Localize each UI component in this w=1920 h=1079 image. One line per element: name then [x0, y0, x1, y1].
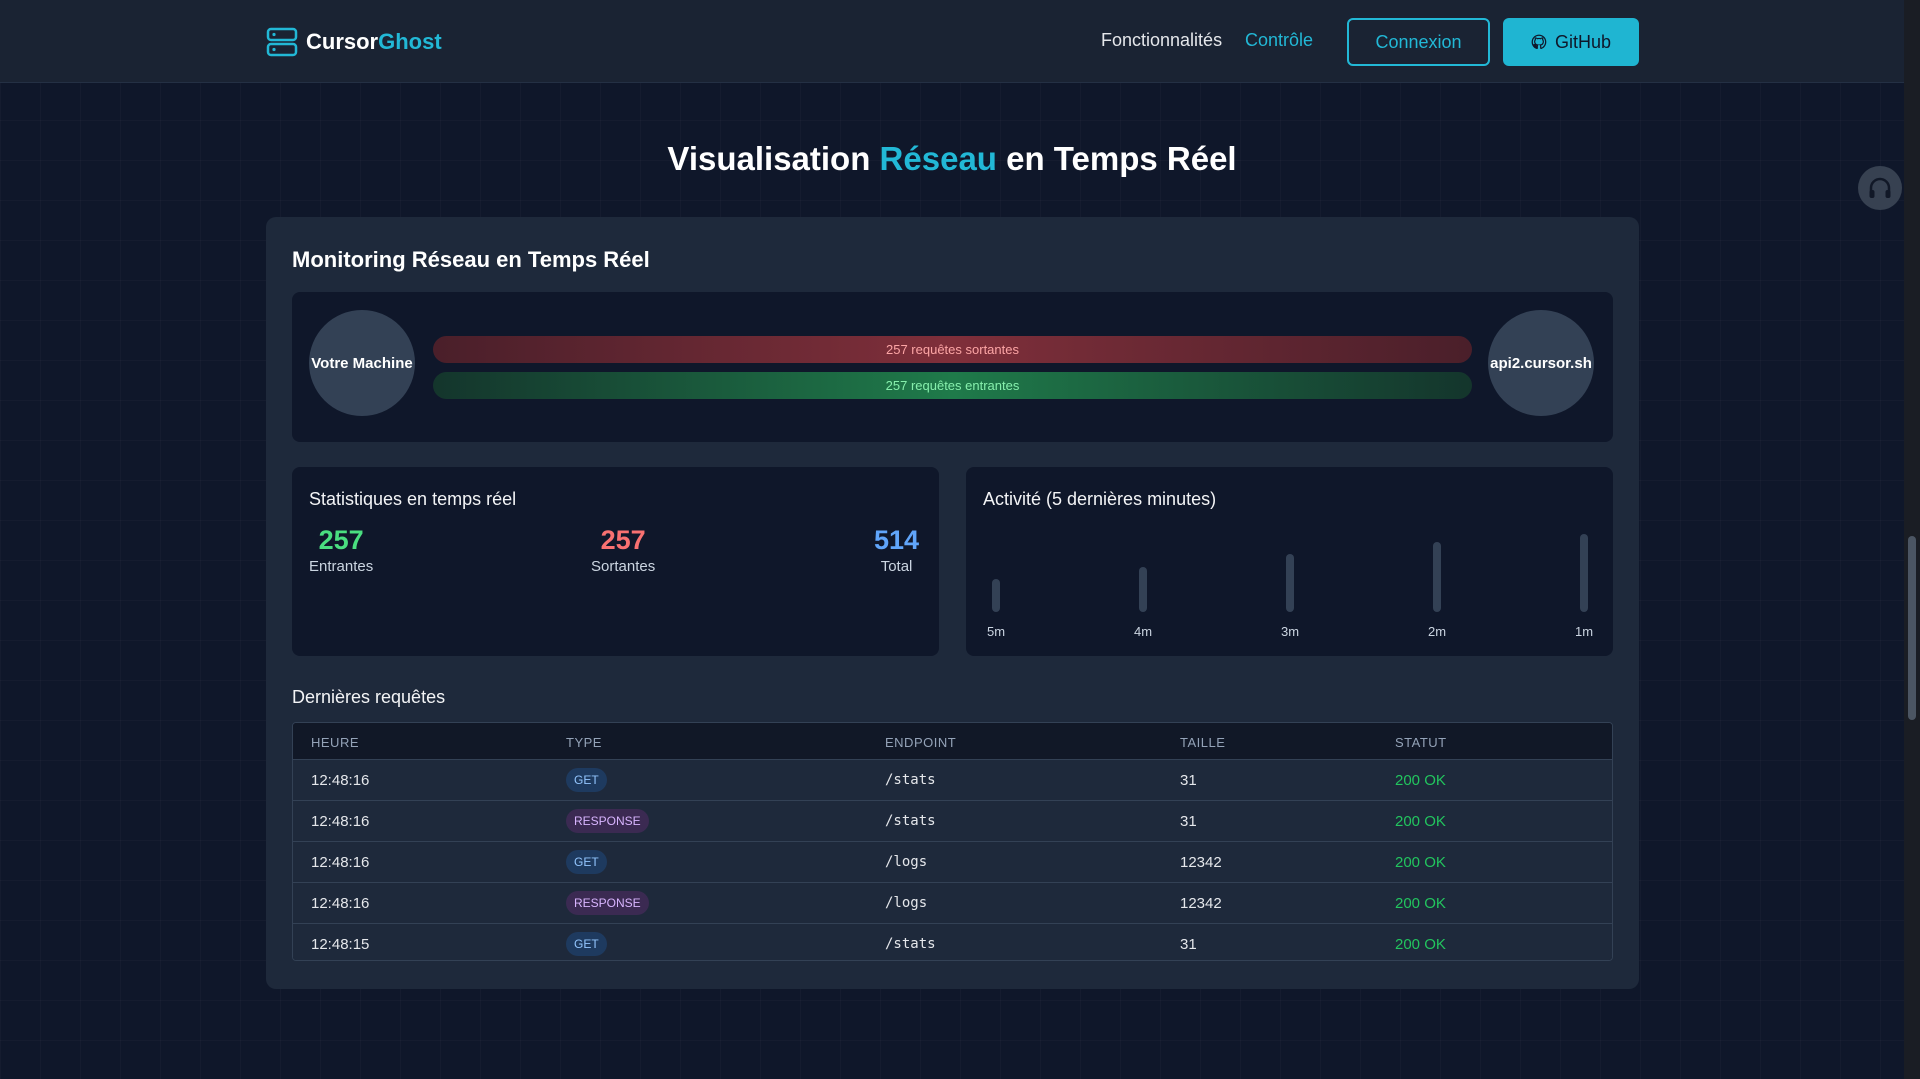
- cell-endpoint: /logs: [885, 854, 928, 870]
- activity-bar: [992, 579, 1000, 612]
- type-badge: RESPONSE: [566, 891, 649, 915]
- login-button[interactable]: Connexion: [1347, 18, 1490, 66]
- activity-label: 5m: [986, 624, 1006, 639]
- header-endpoint: ENDPOINT: [885, 735, 957, 750]
- server-icon: [266, 27, 298, 57]
- activity-bar: [1580, 534, 1588, 612]
- cell-size: 31: [1180, 772, 1197, 789]
- cell-size: 12342: [1180, 895, 1222, 912]
- nav-link-control[interactable]: Contrôle: [1245, 30, 1313, 51]
- stat-total-value: 514: [874, 525, 920, 555]
- header-type: TYPE: [566, 735, 602, 750]
- activity-title: Activité (5 dernières minutes): [983, 489, 1217, 509]
- header-status: STATUT: [1395, 735, 1447, 750]
- monitoring-card: Monitoring Réseau en Temps Réel Votre Ma…: [266, 217, 1639, 989]
- table-row: 12:48:15 GET/stats 31 200 OK: [293, 923, 1612, 960]
- requests-table: HEURE TYPE ENDPOINT TAILLE STATUT 12:48:…: [292, 722, 1613, 961]
- cell-status: 200 OK: [1395, 895, 1446, 912]
- cell-status: 200 OK: [1395, 854, 1446, 871]
- table-row: 12:48:16 RESPONSE/stats 31 200 OK: [293, 800, 1612, 841]
- table-row: 12:48:16 RESPONSE/logs 12342 200 OK: [293, 882, 1612, 923]
- stats-panel: Statistiques en temps réel 257 Entrantes…: [292, 467, 939, 656]
- stat-incoming-label: Entrantes: [309, 558, 374, 575]
- cell-status: 200 OK: [1395, 772, 1446, 789]
- github-button-label: GitHub: [1554, 31, 1612, 52]
- stat-outgoing-value: 257: [600, 525, 646, 555]
- nav-link-features[interactable]: Fonctionnalités: [1101, 30, 1222, 51]
- cell-endpoint: /logs: [885, 895, 928, 911]
- header-time: HEURE: [311, 735, 360, 750]
- stat-total-label: Total: [880, 558, 913, 575]
- stats-title: Statistiques en temps réel: [309, 489, 517, 509]
- page-scrollbar[interactable]: [1904, 0, 1920, 1079]
- cell-time: 12:48:16: [311, 813, 370, 830]
- type-badge: GET: [566, 932, 607, 956]
- card-title: Monitoring Réseau en Temps Réel: [292, 247, 650, 272]
- cell-time: 12:48:16: [311, 895, 370, 912]
- brand-name: CursorGhost: [306, 29, 442, 54]
- stat-incoming: 257 Entrantes: [309, 525, 373, 575]
- table-row: 12:48:16 GET/logs 12342 200 OK: [293, 841, 1612, 882]
- navbar: CursorGhost Fonctionnalités Contrôle Con…: [0, 0, 1904, 83]
- header-size: TAILLE: [1180, 735, 1226, 750]
- activity-bar: [1433, 542, 1441, 612]
- activity-panel: Activité (5 dernières minutes) 5m 4m 3m 2m 1…: [966, 467, 1613, 656]
- activity-bar: [1139, 567, 1147, 612]
- stat-outgoing-label: Sortantes: [591, 558, 656, 575]
- brand-logo[interactable]: CursorGhost: [266, 26, 442, 58]
- cell-status: 200 OK: [1395, 936, 1446, 953]
- stat-incoming-value: 257: [318, 525, 364, 555]
- table-row: 12:48:16 GET/stats 31 200 OK: [293, 759, 1612, 800]
- type-badge: GET: [566, 850, 607, 874]
- cell-endpoint: /stats: [885, 813, 936, 829]
- activity-bar: [1286, 554, 1294, 612]
- source-node: Votre Machine: [309, 310, 415, 416]
- page-title: Visualisation Réseau en Temps Réel: [667, 140, 1237, 177]
- cell-time: 12:48:16: [311, 854, 370, 871]
- github-icon: [1531, 34, 1547, 50]
- network-flow: Votre Machine 257 requêtes sortantes 257…: [292, 292, 1613, 442]
- cell-endpoint: /stats: [885, 936, 936, 952]
- scrollbar-thumb[interactable]: [1908, 536, 1916, 720]
- table-header: HEURE TYPE ENDPOINT TAILLE STATUT: [293, 723, 1612, 759]
- type-badge: GET: [566, 768, 607, 792]
- requests-table-title: Dernières requêtes: [292, 687, 446, 707]
- cell-time: 12:48:15: [311, 936, 370, 953]
- incoming-bar: 257 requêtes entrantes: [433, 372, 1472, 399]
- cell-endpoint: /stats: [885, 772, 936, 788]
- type-badge: RESPONSE: [566, 809, 649, 833]
- stat-outgoing: 257 Sortantes: [591, 525, 655, 575]
- outgoing-bar: 257 requêtes sortantes: [433, 336, 1472, 363]
- cell-size: 31: [1180, 813, 1197, 830]
- activity-label: 2m: [1427, 624, 1447, 639]
- cell-size: 31: [1180, 936, 1197, 953]
- activity-label: 4m: [1133, 624, 1153, 639]
- github-button[interactable]: GitHub: [1503, 18, 1639, 66]
- cell-size: 12342: [1180, 854, 1222, 871]
- activity-label: 3m: [1280, 624, 1300, 639]
- activity-label: 1m: [1574, 624, 1594, 639]
- stat-total: 514 Total: [874, 525, 919, 575]
- headphones-icon: [1869, 177, 1891, 198]
- cell-status: 200 OK: [1395, 813, 1446, 830]
- target-node: api2.cursor.sh: [1488, 310, 1594, 416]
- cell-time: 12:48:16: [311, 772, 370, 789]
